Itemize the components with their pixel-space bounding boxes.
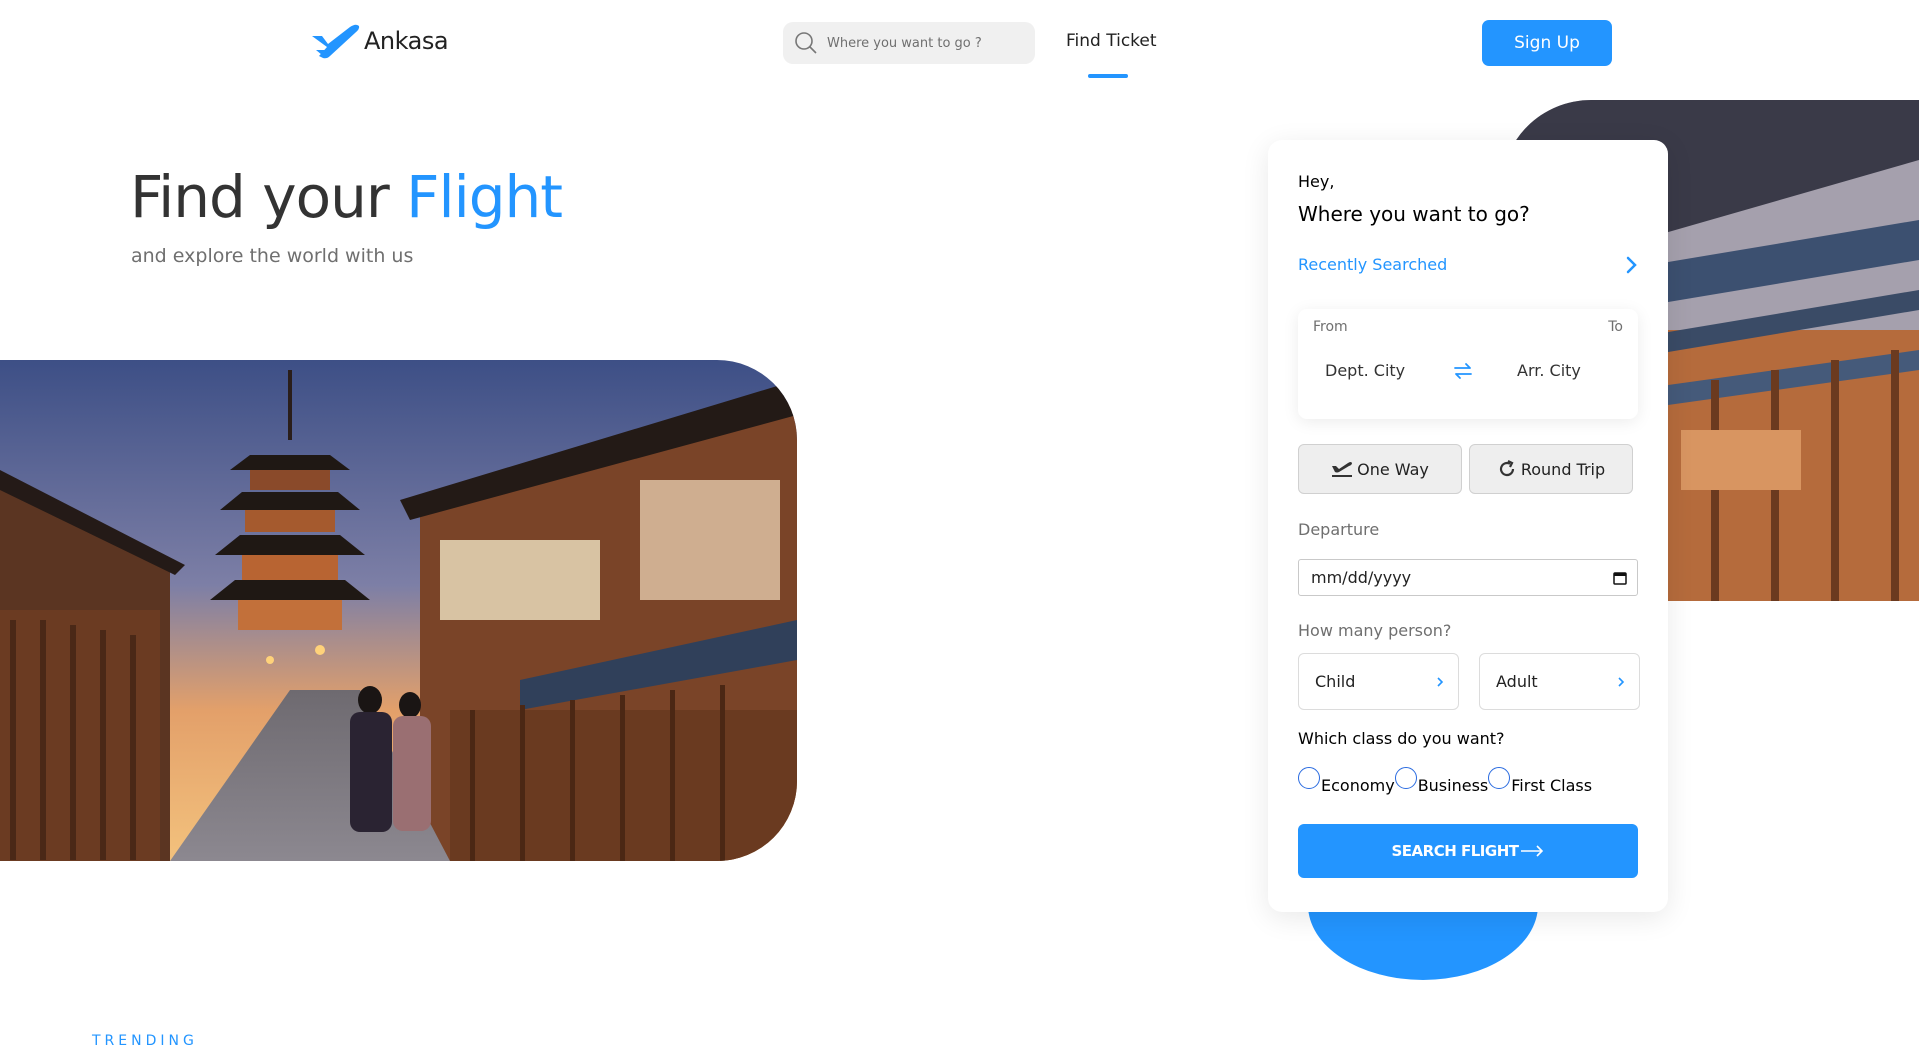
radio-first-class[interactable] bbox=[1488, 767, 1511, 789]
hero-subtitle: and explore the world with us bbox=[131, 245, 414, 267]
hero-image bbox=[0, 360, 797, 861]
chevron-right-icon bbox=[1437, 676, 1444, 687]
child-count-selector[interactable]: Child bbox=[1298, 653, 1459, 710]
adult-label: Adult bbox=[1496, 672, 1538, 691]
hero-title-prefix: Find your bbox=[130, 163, 407, 231]
class-option-first[interactable]: First Class bbox=[1488, 767, 1592, 795]
brand-logo[interactable]: Ankasa bbox=[310, 22, 449, 60]
navbar: Ankasa Find Ticket Sign Up bbox=[0, 0, 1919, 100]
class-label-first: First Class bbox=[1511, 776, 1593, 795]
search-input[interactable] bbox=[825, 34, 1019, 52]
card-question: Where you want to go? bbox=[1298, 202, 1530, 226]
class-label-economy: Economy bbox=[1321, 776, 1395, 795]
one-way-label: One Way bbox=[1357, 459, 1429, 479]
radio-business[interactable] bbox=[1394, 767, 1417, 789]
departure-city-field[interactable]: Dept. City bbox=[1325, 361, 1405, 380]
class-option-business[interactable]: Business bbox=[1394, 767, 1489, 795]
chevron-right-icon bbox=[1626, 256, 1637, 273]
class-options: Economy Business First Class bbox=[1298, 767, 1592, 795]
search-flight-label: SEARCH FLIGHT bbox=[1391, 842, 1519, 860]
route-selector: From To Dept. City Arr. City bbox=[1298, 309, 1638, 419]
hero-title-accent: Flight bbox=[406, 163, 563, 231]
brand-name: Ankasa bbox=[364, 27, 449, 55]
trending-section-label: TRENDING bbox=[92, 1033, 198, 1049]
persons-label: How many person? bbox=[1298, 621, 1452, 640]
plane-departure-icon bbox=[1332, 462, 1353, 477]
departure-label: Departure bbox=[1298, 520, 1380, 539]
swap-icon[interactable] bbox=[1453, 361, 1473, 385]
recently-searched-link[interactable]: Recently Searched bbox=[1298, 255, 1638, 274]
date-placeholder: mm/dd/yyyy bbox=[1311, 568, 1412, 587]
calendar-icon[interactable] bbox=[1613, 571, 1627, 585]
radio-economy[interactable] bbox=[1298, 767, 1320, 789]
recently-searched-label: Recently Searched bbox=[1298, 255, 1448, 274]
one-way-button[interactable]: One Way bbox=[1298, 444, 1462, 494]
plane-logo-icon bbox=[312, 24, 360, 59]
class-question: Which class do you want? bbox=[1298, 729, 1505, 748]
round-trip-label: Round Trip bbox=[1520, 459, 1606, 479]
active-nav-indicator bbox=[1088, 74, 1128, 78]
child-label: Child bbox=[1315, 672, 1356, 691]
flight-search-card: Hey, Where you want to go? Recently Sear… bbox=[1268, 140, 1668, 912]
arrow-right-icon bbox=[1521, 845, 1544, 857]
search-flight-button[interactable]: SEARCH FLIGHT bbox=[1298, 824, 1638, 878]
sign-up-button[interactable]: Sign Up bbox=[1482, 20, 1612, 66]
chevron-right-icon bbox=[1618, 676, 1625, 687]
round-trip-button[interactable]: Round Trip bbox=[1469, 444, 1633, 494]
class-option-economy[interactable]: Economy bbox=[1298, 767, 1395, 795]
arrival-city-field[interactable]: Arr. City bbox=[1517, 361, 1581, 380]
from-label: From bbox=[1313, 319, 1348, 335]
hero-title: Find your Flight bbox=[130, 163, 563, 231]
search-box[interactable] bbox=[783, 22, 1035, 64]
to-label: To bbox=[1608, 319, 1623, 335]
search-icon bbox=[794, 31, 818, 55]
greeting: Hey, bbox=[1298, 172, 1335, 191]
refresh-icon bbox=[1499, 460, 1514, 477]
departure-date-input[interactable]: mm/dd/yyyy bbox=[1298, 559, 1638, 596]
class-label-business: Business bbox=[1417, 776, 1489, 795]
find-ticket-link[interactable]: Find Ticket bbox=[1066, 31, 1157, 51]
adult-count-selector[interactable]: Adult bbox=[1479, 653, 1640, 710]
